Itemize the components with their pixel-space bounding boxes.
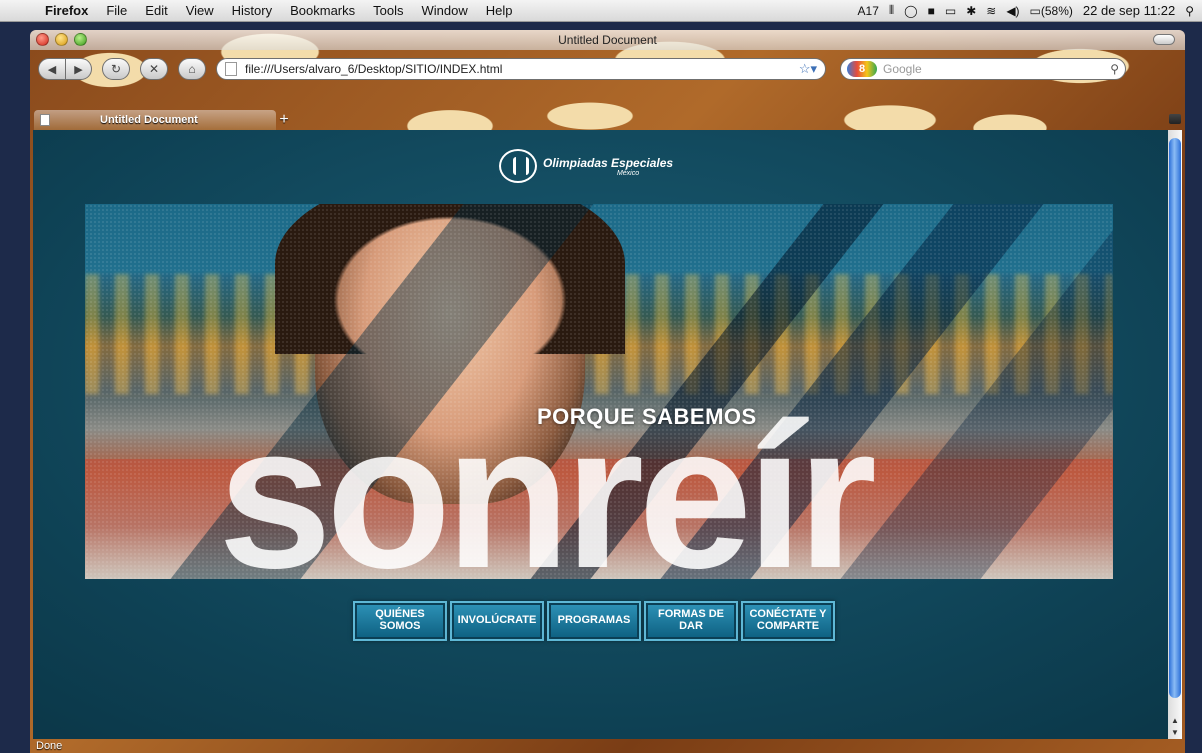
back-button[interactable]: ◀ [38,58,66,80]
new-tab-button[interactable]: + [276,110,292,130]
tab-page-icon [40,114,50,126]
menu-help[interactable]: Help [477,3,522,18]
address-bar[interactable]: file:///Users/alvaro_6/Desktop/SITIO/IND… [216,58,826,80]
forward-button[interactable]: ▶ [66,58,92,80]
tab-list-button[interactable] [1169,114,1181,124]
stop-button[interactable]: ✕ [140,58,168,80]
site-logo[interactable]: Olimpiadas Especiales México [499,148,673,184]
window-controls [36,33,87,46]
chat-icon[interactable]: ◯ [904,4,917,18]
tab-label: Untitled Document [100,114,198,126]
home-icon: ⌂ [188,62,196,76]
home-button[interactable]: ⌂ [178,58,206,80]
reload-icon: ↻ [110,62,122,76]
tab-untitled-document[interactable]: Untitled Document [34,110,276,130]
scroll-up-arrow-icon[interactable]: ▲ [1170,716,1180,725]
search-icon[interactable]: ⚲ [1110,62,1119,76]
toolbar-toggle-button[interactable] [1153,34,1175,45]
tab-strip: Untitled Document + [30,110,1185,130]
menu-window[interactable]: Window [413,3,477,18]
adobe-updater-icon[interactable]: A17 [858,4,879,18]
hero-tagline: PORQUE SABEMOS [537,404,757,429]
close-window-button[interactable] [36,33,49,46]
scrollbar-thumb[interactable] [1169,138,1181,698]
menu-tools[interactable]: Tools [364,3,412,18]
special-olympics-logo-icon [499,149,537,183]
logo-subtitle: México [616,169,640,177]
menu-bookmarks[interactable]: Bookmarks [281,3,364,18]
menu-view[interactable]: View [177,3,223,18]
browser-window: Untitled Document ◀ ▶ ↻ ✕ ⌂ file:///User… [30,30,1185,753]
volume-icon[interactable]: ◀) [1006,4,1019,18]
spotlight-icon[interactable]: ⚲ [1185,4,1194,18]
adobe-badge: 17 [865,3,879,18]
navigation-toolbar: ◀ ▶ ↻ ✕ ⌂ file:///Users/alvaro_6/Desktop… [30,52,1185,86]
nav-button-programas[interactable]: PROGRAMAS [547,601,641,641]
clock[interactable]: 22 de sep 11:22 [1083,3,1175,18]
nav-button-quienes-somos[interactable]: QUIÉNES SOMOS [353,601,447,641]
battery-percent: (58%) [1040,3,1073,18]
battery-icon[interactable]: ▭(58%) [1030,4,1073,18]
back-forward-group: ◀ ▶ [38,58,92,80]
time-machine-icon[interactable]: ⦀ [889,3,894,18]
minimize-window-button[interactable] [55,33,68,46]
scroll-down-arrow-icon[interactable]: ▼ [1170,728,1180,737]
page-icon [225,62,237,76]
zoom-window-button[interactable] [74,33,87,46]
title-bar[interactable]: Untitled Document [30,30,1185,50]
logo-text: Olimpiadas Especiales México [543,156,673,177]
wifi-icon[interactable]: ≋ [986,4,996,18]
forward-arrow-icon: ▶ [74,63,83,76]
url-text[interactable]: file:///Users/alvaro_6/Desktop/SITIO/IND… [245,62,799,76]
stop-icon: ✕ [148,62,160,76]
display-icon[interactable]: ▭ [945,4,956,18]
app-extra-icon[interactable]: ■ [928,4,935,18]
logo-title: Olimpiadas Especiales [543,155,674,170]
main-navigation: QUIÉNES SOMOS INVOLÚCRATE PROGRAMAS FORM… [353,601,835,641]
bluetooth-icon[interactable]: ✱ [966,4,976,18]
nav-button-conectate-y-comparte[interactable]: CONÉCTATE Y COMPARTE [741,601,835,641]
window-title: Untitled Document [558,33,657,47]
menu-history[interactable]: History [223,3,281,18]
search-placeholder[interactable]: Google [883,62,1110,76]
nav-button-formas-de-dar[interactable]: FORMAS DE DAR [644,601,738,641]
status-bar: Done [36,740,63,752]
menu-edit[interactable]: Edit [136,3,176,18]
menu-file[interactable]: File [97,3,136,18]
hero-banner: sonreír PORQUE SABEMOS [85,204,1113,579]
search-bar[interactable]: 8 Google ⚲ [840,58,1126,80]
page-viewport: Olimpiadas Especiales México sonreír POR… [33,130,1168,739]
bookmark-star-icon[interactable]: ☆▾ [799,61,817,77]
vertical-scrollbar[interactable]: ▲ ▼ [1168,130,1182,739]
macos-menu-bar: Firefox File Edit View History Bookmarks… [0,0,1202,22]
google-engine-icon[interactable]: 8 [847,61,877,77]
menu-extras: A17 ⦀ ◯ ■ ▭ ✱ ≋ ◀) ▭(58%) 22 de sep 11:2… [858,3,1202,18]
back-arrow-icon: ◀ [47,63,57,76]
menu-app-firefox[interactable]: Firefox [36,3,97,18]
nav-button-involucrate[interactable]: INVOLÚCRATE [450,601,544,641]
reload-button[interactable]: ↻ [102,58,130,80]
